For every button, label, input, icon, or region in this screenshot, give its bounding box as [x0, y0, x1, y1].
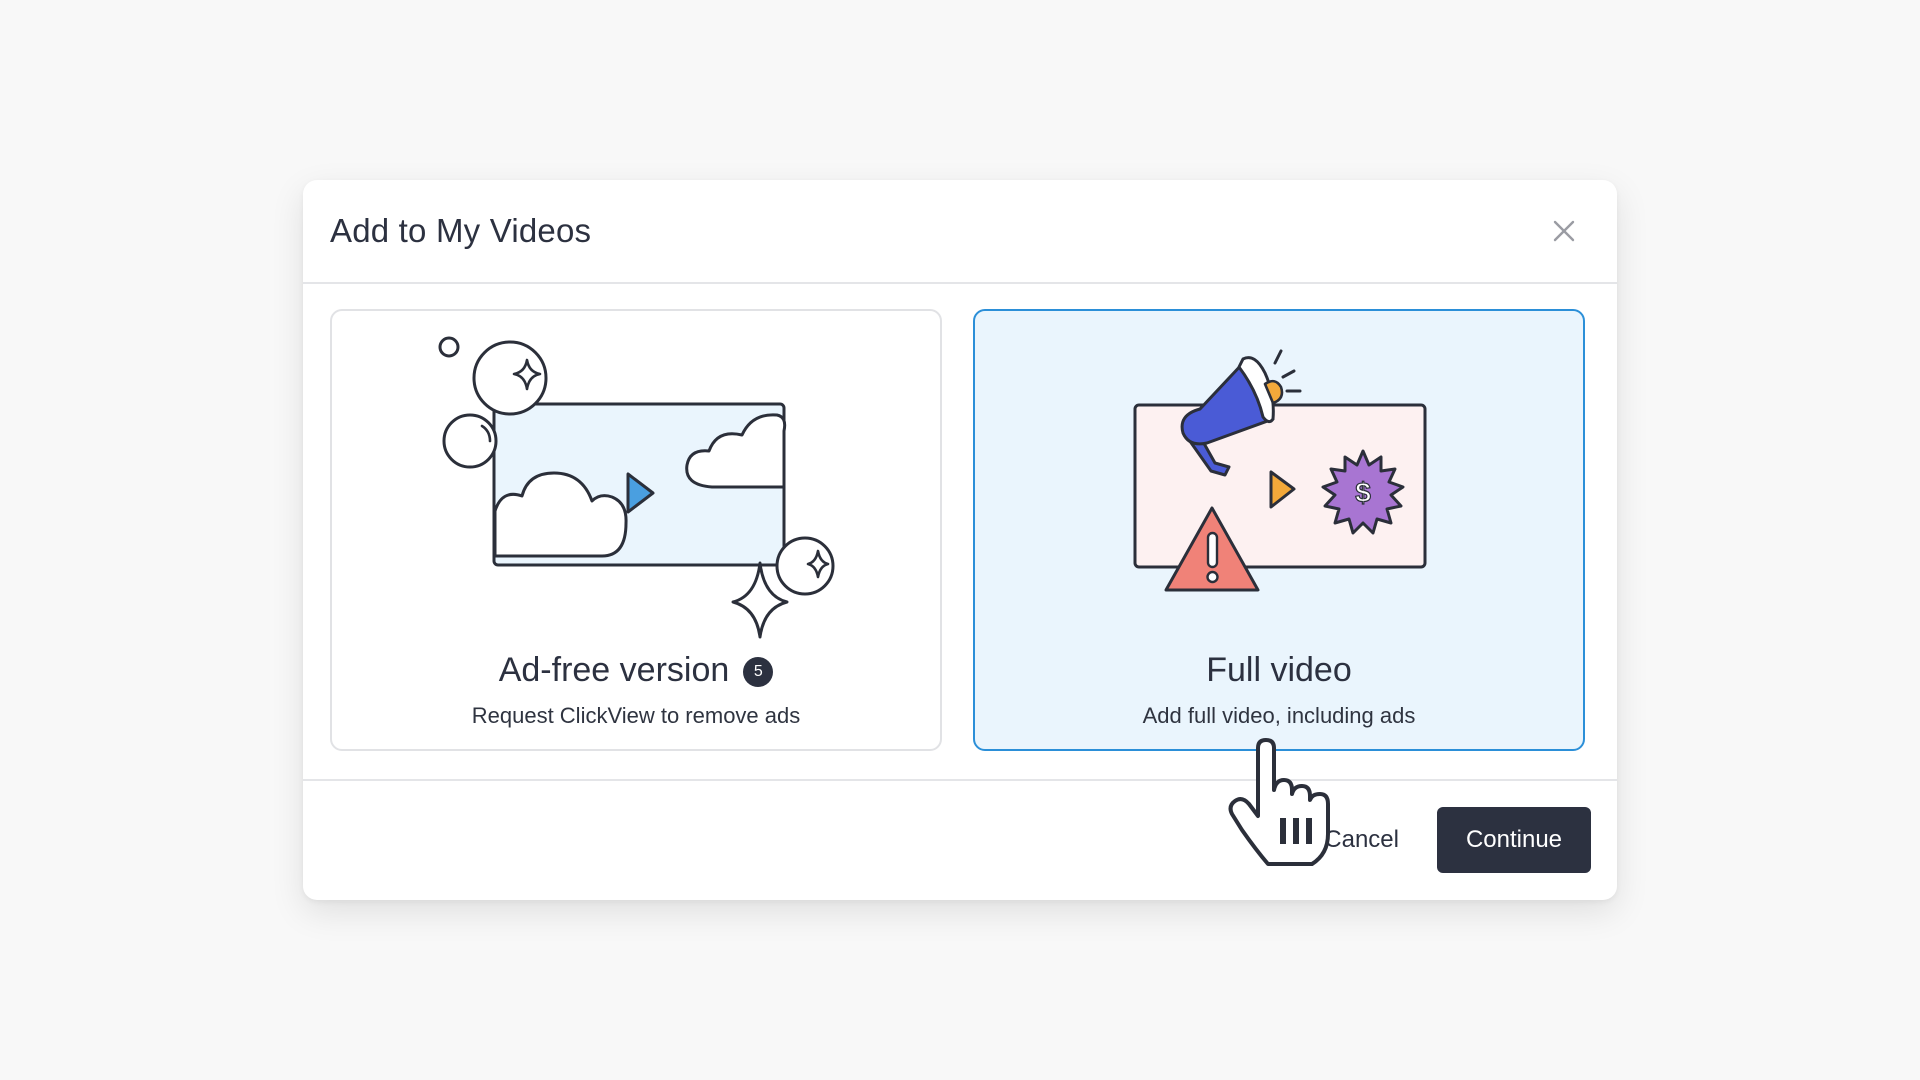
option-description: Add full video, including ads — [1142, 703, 1416, 728]
option-title: Full video — [1206, 651, 1352, 689]
add-to-my-videos-dialog: Add to My Videos Ad-free version 5 Reque… — [303, 180, 1617, 900]
option-title: Ad-free version 5 — [332, 651, 940, 690]
svg-text:$: $ — [1355, 477, 1371, 508]
close-button[interactable] — [1549, 216, 1579, 246]
option-full-video[interactable]: $ Full video Add full video, including a… — [973, 309, 1585, 751]
close-icon — [1553, 220, 1575, 242]
version-options: Ad-free version 5 Request ClickView to re… — [330, 309, 1590, 755]
option-title-text: Ad-free version — [498, 651, 730, 689]
dialog-header: Add to My Videos — [303, 180, 1617, 284]
video-clouds-sparkles-icon — [438, 336, 835, 639]
continue-button[interactable]: Continue — [1437, 807, 1591, 873]
video-megaphone-ads-icon: $ — [1133, 349, 1427, 592]
dialog-title: Add to My Videos — [330, 212, 592, 249]
option-description: Request ClickView to remove ads — [471, 703, 801, 728]
count-badge: 5 — [743, 657, 774, 687]
dialog-footer: Cancel Continue — [303, 779, 1617, 902]
cancel-button[interactable]: Cancel — [1318, 825, 1405, 855]
option-ad-free[interactable]: Ad-free version 5 Request ClickView to re… — [330, 309, 942, 751]
